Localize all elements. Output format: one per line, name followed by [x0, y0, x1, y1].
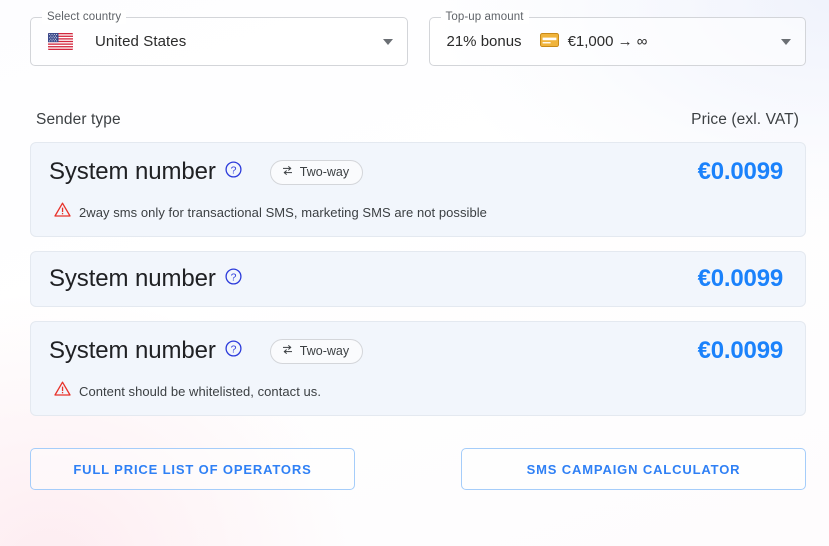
- row-warning-text: Content should be whitelisted, contact u…: [79, 383, 322, 399]
- row-title-row: System number ?: [49, 336, 682, 366]
- action-buttons: Full price list of operators SMS campaig…: [0, 448, 829, 490]
- row-warning-note: Content should be whitelisted, contact u…: [49, 381, 682, 401]
- column-header-sender-type: Sender type: [36, 111, 121, 128]
- row-title-row: System number ?: [49, 264, 682, 294]
- sms-campaign-calculator-button[interactable]: SMS campaign calculator: [461, 448, 806, 490]
- sender-type-title: System number: [49, 158, 216, 185]
- help-icon[interactable]: ?: [225, 340, 242, 362]
- two-way-chip[interactable]: Two-way: [269, 159, 364, 185]
- row-details: System number ?: [49, 264, 682, 294]
- warning-triangle-icon: [54, 202, 71, 222]
- svg-text:?: ?: [230, 343, 236, 355]
- column-header-price: Price (exl. VAT): [691, 111, 799, 128]
- full-price-list-button[interactable]: Full price list of operators: [30, 448, 355, 490]
- table-row[interactable]: System number ? €0.0099: [30, 251, 806, 307]
- row-price: €0.0099: [697, 337, 784, 364]
- sender-type-title: System number: [49, 337, 216, 364]
- row-title-row: System number ?: [49, 157, 682, 187]
- row-price: €0.0099: [697, 158, 784, 185]
- two-way-chip[interactable]: Two-way: [269, 338, 364, 364]
- help-icon[interactable]: ?: [225, 268, 242, 290]
- topup-range-label: €1,000 → ∞: [567, 33, 648, 50]
- row-warning-text: 2way sms only for transactional SMS, mar…: [79, 204, 487, 220]
- topup-bonus-label: 21% bonus: [446, 33, 522, 50]
- row-details: System number ?: [49, 336, 682, 401]
- table-row[interactable]: System number ?: [30, 321, 806, 416]
- topup-select-value: 21% bonus €1,000 → ∞: [446, 32, 648, 51]
- row-price: €0.0099: [697, 265, 784, 292]
- sender-type-title: System number: [49, 265, 216, 292]
- country-select-legend: Select country: [42, 10, 127, 24]
- us-flag-icon: [48, 33, 73, 50]
- two-way-chip-label: Two-way: [299, 344, 350, 358]
- country-select[interactable]: Select country United States: [30, 10, 408, 66]
- two-way-arrows-icon: [281, 344, 294, 358]
- chevron-down-icon[interactable]: [781, 38, 791, 45]
- two-way-chip-label: Two-way: [299, 165, 350, 179]
- svg-text:?: ?: [230, 164, 236, 176]
- table-header: Sender type Price (exl. VAT): [0, 111, 829, 129]
- pricing-page: Select country United States Top-up amou…: [0, 0, 829, 546]
- row-warning-note: 2way sms only for transactional SMS, mar…: [49, 202, 682, 222]
- chevron-down-icon[interactable]: [382, 38, 393, 45]
- topup-amount-select[interactable]: Top-up amount 21% bonus €1,000 → ∞: [428, 10, 806, 66]
- pricing-card-list: System number ? Two-way 2way sms only fo…: [0, 142, 829, 416]
- table-row[interactable]: System number ?: [30, 142, 806, 237]
- svg-text:?: ?: [230, 271, 236, 283]
- selector-row: Select country United States Top-up amou…: [0, 0, 829, 66]
- country-select-value: United States: [95, 33, 187, 50]
- two-way-arrows-icon: [281, 165, 294, 179]
- topup-select-legend: Top-up amount: [440, 10, 529, 24]
- row-details: System number ?: [49, 157, 682, 222]
- credit-card-icon: [539, 32, 559, 51]
- help-icon[interactable]: ?: [225, 161, 242, 183]
- warning-triangle-icon: [54, 381, 71, 401]
